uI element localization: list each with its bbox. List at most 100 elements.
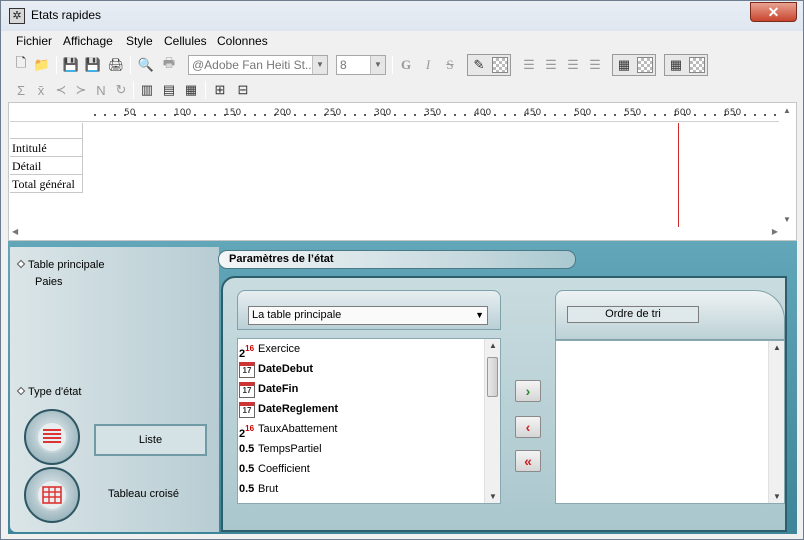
crosstab-report-button[interactable] (24, 467, 80, 523)
save-as-icon[interactable]: 💾 (83, 55, 103, 75)
preview-icon[interactable]: 🔍 (136, 55, 156, 75)
scroll-down-icon[interactable]: ▼ (773, 492, 781, 501)
print-icon[interactable]: 🖨 (106, 55, 126, 75)
list-item[interactable]: 17 DateReglement (238, 399, 484, 419)
add-field-button[interactable]: › (515, 380, 541, 402)
align-justify-icon[interactable]: ☰ (585, 55, 605, 75)
scroll-down-icon[interactable]: ▼ (489, 492, 497, 501)
sum-icon[interactable]: Σ (11, 80, 31, 100)
pencil-icon[interactable]: ✎ (469, 55, 489, 75)
scroll-thumb[interactable] (487, 357, 498, 397)
scroll-down-icon[interactable]: ▼ (783, 215, 791, 224)
bold-button[interactable]: G (396, 55, 416, 75)
report-editor[interactable]: 50 100 150 200 250 300 350 400 450 500 5… (8, 102, 797, 241)
integer-icon: 216 (239, 344, 255, 360)
average-icon[interactable]: x̄ (31, 80, 51, 100)
horizontal-scrollbar[interactable]: ◀ ▶ (10, 227, 780, 239)
print-preview-icon[interactable]: 🖶 (159, 55, 179, 75)
field-list[interactable]: 216 Exercice 17 DateDebut 17 DateFin 17 … (237, 338, 501, 504)
ruler-label: 200 (274, 108, 292, 118)
table-icon[interactable]: ▦ (181, 80, 201, 100)
font-size-select[interactable]: 8 ▼ (336, 55, 386, 75)
row-label-total[interactable]: Total général (10, 175, 83, 193)
align-left-icon[interactable]: ☰ (519, 55, 539, 75)
scroll-right-icon[interactable]: ▶ (772, 227, 778, 236)
table-principale-label: Table principale (16, 259, 104, 271)
grid-fill-icon[interactable]: ▦ (614, 55, 634, 75)
remove-all-fields-button[interactable]: « (515, 450, 541, 472)
align-right-icon[interactable]: ☰ (563, 55, 583, 75)
grid-border-icon[interactable]: ▦ (666, 55, 686, 75)
toolbar-separator (205, 81, 206, 99)
table-principale-value[interactable]: Paies (35, 276, 63, 288)
close-button[interactable]: ✕ (750, 2, 797, 22)
refresh-icon[interactable]: ↻ (111, 80, 131, 100)
min-icon[interactable]: ≺ (51, 80, 71, 100)
chevron-down-icon: ▼ (312, 56, 327, 74)
list-item[interactable]: 216 Exercice (238, 339, 484, 360)
align-center-icon[interactable]: ☰ (541, 55, 561, 75)
toolbar-separator (133, 81, 134, 99)
list-item[interactable]: 17 DateDebut (238, 359, 484, 379)
list-item[interactable]: 216 TauxAbattement (238, 419, 484, 440)
list-item[interactable]: 17 DateFin (238, 379, 484, 399)
menu-affichage[interactable]: Affichage (63, 34, 113, 48)
scroll-up-icon[interactable]: ▲ (489, 341, 497, 350)
real-icon: 0.5 (239, 463, 255, 475)
report-source-panel: Table principale Paies Type d'état Liste (10, 247, 219, 532)
ruler: 50 100 150 200 250 300 350 400 450 500 5… (10, 104, 780, 122)
list-item[interactable]: 0.5 TempsPartiel (238, 439, 484, 459)
scroll-up-icon[interactable]: ▲ (783, 106, 791, 115)
list-report-button[interactable] (24, 409, 80, 465)
row-label-intitule[interactable]: Intitulé (10, 139, 83, 157)
calendar-icon: 17 (239, 402, 255, 418)
menu-cellules[interactable]: Cellules (164, 34, 207, 48)
fill-group: ▦ (612, 54, 656, 76)
insert-row-icon[interactable]: ▤ (159, 80, 179, 100)
field-list-scrollbar[interactable]: ▲ ▼ (484, 339, 500, 503)
italic-button[interactable]: I (418, 55, 438, 75)
menu-style[interactable]: Style (126, 34, 153, 48)
vertical-scrollbar[interactable]: ▲ ▼ (779, 104, 795, 226)
calendar-icon: 17 (239, 362, 255, 378)
table-combo-frame: La table principale ▼ (237, 290, 501, 330)
scroll-left-icon[interactable]: ◀ (12, 227, 18, 236)
list-icon (36, 421, 68, 453)
sort-order-list[interactable]: ▲ ▼ (555, 340, 785, 504)
checker-icon[interactable] (637, 57, 653, 73)
max-icon[interactable]: ≻ (71, 80, 91, 100)
ruler-label: 50 (124, 108, 136, 118)
scroll-up-icon[interactable]: ▲ (773, 343, 781, 352)
count-icon[interactable]: N (91, 80, 111, 100)
ruler-label: 100 (174, 108, 192, 118)
split-columns-icon[interactable]: ⊟ (233, 80, 253, 100)
sort-list-scrollbar[interactable]: ▲ ▼ (768, 341, 784, 503)
merge-columns-icon[interactable]: ⊞ (210, 80, 230, 100)
row-label-detail[interactable]: Détail (10, 157, 83, 175)
menu-fichier[interactable]: Fichier (16, 34, 52, 48)
checker-icon[interactable] (492, 57, 508, 73)
ruler-label: 600 (674, 108, 692, 118)
tableau-croise-label[interactable]: Tableau croisé (108, 488, 179, 500)
remove-field-button[interactable]: ‹ (515, 416, 541, 438)
toolbar-separator (56, 56, 57, 74)
checker-icon[interactable] (689, 57, 705, 73)
ruler-label: 350 (424, 108, 442, 118)
menu-colonnes[interactable]: Colonnes (217, 34, 268, 48)
list-item[interactable]: 0.5 Brut (238, 479, 484, 499)
open-folder-icon[interactable]: 📁 (32, 55, 52, 75)
ruler-label: 450 (524, 108, 542, 118)
strike-button[interactable]: S (440, 55, 460, 75)
font-select[interactable]: @Adobe Fan Heiti St... ▼ (188, 55, 328, 75)
save-icon[interactable]: 💾 (61, 55, 81, 75)
toolbar-separator (130, 56, 131, 74)
liste-option[interactable]: Liste (94, 424, 207, 456)
grid-icon (36, 479, 68, 511)
table-select[interactable]: La table principale ▼ (248, 306, 488, 325)
ruler-label: 150 (224, 108, 242, 118)
border-group: ▦ (664, 54, 708, 76)
new-icon[interactable]: 🗋 (11, 55, 31, 75)
insert-column-icon[interactable]: ▥ (137, 80, 157, 100)
list-item[interactable]: 0.5 Coefficient (238, 459, 484, 479)
sort-order-title: Ordre de tri (567, 306, 699, 323)
